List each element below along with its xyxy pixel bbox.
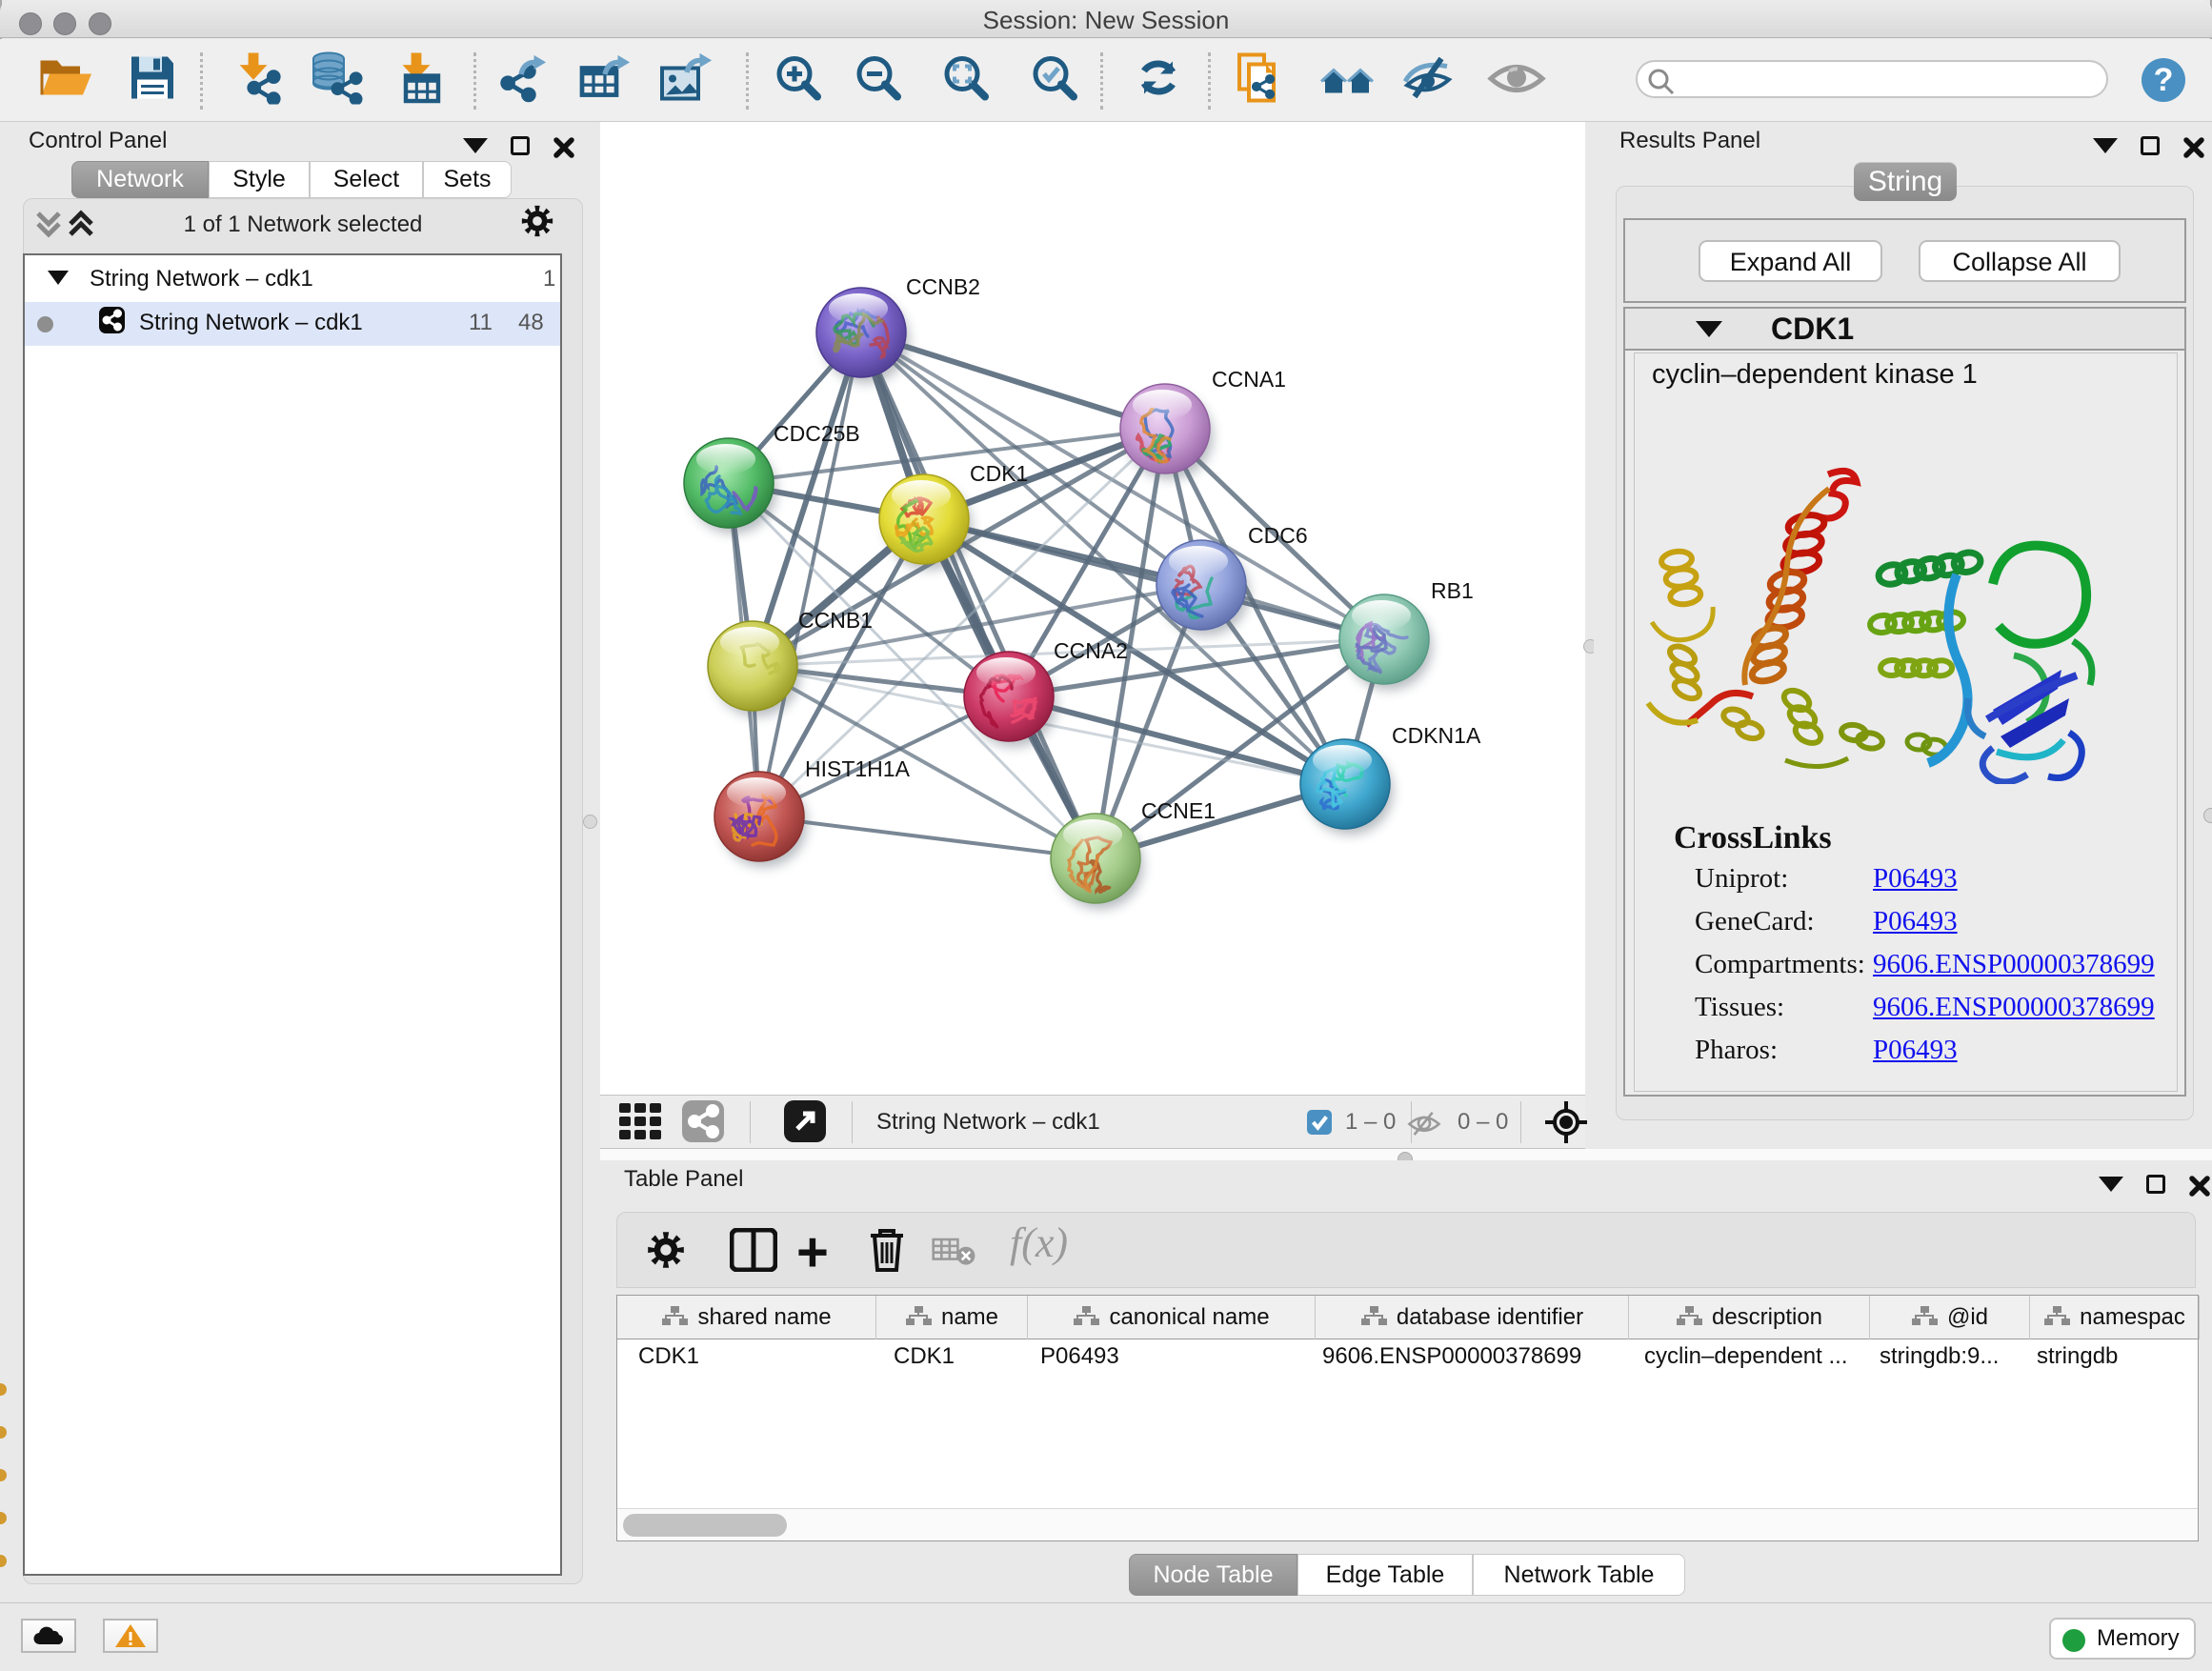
- svg-text:HIST1H1A: HIST1H1A: [805, 756, 911, 781]
- svg-text:CCNE1: CCNE1: [1141, 798, 1216, 823]
- svg-text:CDKN1A: CDKN1A: [1392, 723, 1481, 748]
- svg-text:CCNB2: CCNB2: [906, 274, 980, 299]
- svg-text:CDC6: CDC6: [1248, 523, 1308, 548]
- svg-text:CCNA2: CCNA2: [1054, 638, 1128, 663]
- svg-text:CDK1: CDK1: [970, 461, 1028, 486]
- svg-text:RB1: RB1: [1431, 578, 1474, 603]
- svg-text:CCNA1: CCNA1: [1212, 367, 1286, 392]
- svg-text:CCNB1: CCNB1: [798, 608, 873, 633]
- svg-text:CDC25B: CDC25B: [774, 421, 860, 446]
